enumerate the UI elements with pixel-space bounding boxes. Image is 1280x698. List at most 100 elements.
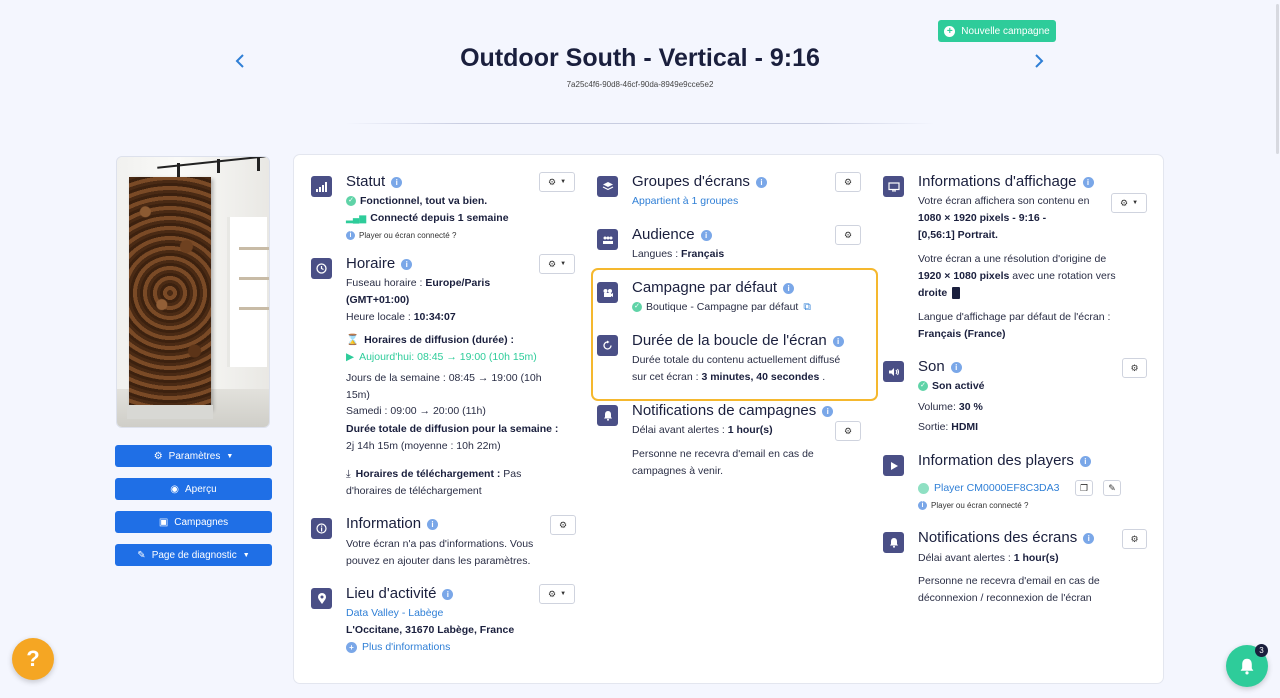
phone-portrait-icon <box>952 287 961 300</box>
diagnostic-button[interactable]: ✎ Page de diagnostic ▼ <box>115 544 272 566</box>
information-text-cont: pouvez en ajouter dans les paramètres. <box>346 555 531 567</box>
info-icon[interactable]: i <box>755 176 767 188</box>
gears-icon: ⚙ <box>547 176 557 187</box>
next-screen-arrow-icon[interactable] <box>1031 52 1047 70</box>
online-status-dot <box>918 482 929 494</box>
loop-duration-text: Durée totale du contenu actuellement dif… <box>632 354 841 366</box>
rotation-value: droite <box>918 285 961 302</box>
info-icon[interactable]: i <box>700 229 712 241</box>
default-campaign-value[interactable]: ✓ Boutique - Campagne par défaut ⧉ <box>632 299 811 316</box>
location-address: L'Occitane, 31670 Labège, France <box>346 624 515 636</box>
screen-notifications-text: Personne ne recevra d'email en cas de <box>918 575 1100 587</box>
speaker-icon <box>883 361 904 382</box>
audience-title: Audience i <box>632 226 712 243</box>
connection-line: ▂▄▆ Connecté depuis 1 semaine <box>346 212 509 224</box>
new-campaign-button[interactable]: + Nouvelle campagne <box>938 20 1056 42</box>
info-icon[interactable]: i <box>1079 455 1091 467</box>
player-help-link[interactable]: i Player ou écran connecté ? <box>918 498 1028 515</box>
native-resolution-line: Votre écran a une résolution d'origine d… <box>918 253 1107 265</box>
check-icon: ✓ <box>346 196 356 207</box>
player-tools-button[interactable]: ✎ <box>1103 480 1121 496</box>
download-icon: ⤓ <box>346 468 351 480</box>
copy-player-button[interactable]: ❐ <box>1075 480 1093 496</box>
download-hours: ⤓ Horaires de téléchargement : Pas <box>346 468 522 480</box>
sound-volume: Volume: 30 % <box>918 401 983 413</box>
caret-down-icon: ▼ <box>1132 200 1139 206</box>
groups-link[interactable]: Appartient à 1 groupes <box>632 193 738 210</box>
diagnostic-label: Page de diagnostic <box>151 549 237 561</box>
bell-icon <box>883 532 904 553</box>
info-icon[interactable]: i <box>1082 176 1094 188</box>
screen-uuid: 7a25c4f6-90d8-46cf-90da-8949e9cce5e2 <box>566 80 714 89</box>
info-icon[interactable]: i <box>401 258 413 270</box>
schedule-title: Horaire i <box>346 255 413 272</box>
loop-duration-title: Durée de la boucle de l'écran i <box>632 332 844 349</box>
monitor-icon <box>883 176 904 197</box>
default-campaign-title: Campagne par défaut i <box>632 279 795 296</box>
signal-small-icon: ▂▄▆ <box>346 213 367 223</box>
external-link-icon[interactable]: ⧉ <box>803 301 811 313</box>
info-icon[interactable]: i <box>832 335 844 347</box>
status-line: ✓ Fonctionnel, tout va bien. <box>346 193 487 210</box>
display-content-line: Votre écran affichera son contenu en <box>918 195 1090 207</box>
player-play-icon <box>883 455 904 476</box>
audience-languages: Langues : Français <box>632 248 725 260</box>
today-hours: ▶ Aujourd'hui: 08:45 → 19:00 (10h 15m) <box>346 351 537 363</box>
campaigns-label: Campagnes <box>174 516 229 528</box>
sound-output: Sortie: HDMI <box>918 421 979 433</box>
location-settings-dropdown[interactable]: ⚙ ▼ <box>539 584 575 604</box>
player-link[interactable]: Player CM0000EF8C3DA3 <box>918 480 1059 497</box>
page-scrollbar[interactable] <box>1276 4 1279 154</box>
camera-icon <box>597 282 618 303</box>
info-icon[interactable]: i <box>822 405 834 417</box>
screen-preview-image <box>116 156 270 428</box>
preview-button[interactable]: ◉ Aperçu <box>115 478 272 500</box>
screen-notifications-settings-button[interactable]: ⚙ <box>1122 529 1147 549</box>
info-icon[interactable]: i <box>391 176 403 188</box>
gears-icon: ⚙ <box>843 176 853 187</box>
help-button[interactable]: ? <box>12 638 54 680</box>
schedule-settings-dropdown[interactable]: ⚙ ▼ <box>539 254 575 274</box>
status-settings-dropdown[interactable]: ⚙ ▼ <box>539 172 575 192</box>
info-icon[interactable]: i <box>442 588 454 600</box>
plus-icon: + <box>944 25 956 37</box>
loop-duration-value: sur cet écran : 3 minutes, 40 secondes . <box>632 371 826 383</box>
info-icon[interactable]: i <box>783 282 795 294</box>
status-help-link[interactable]: i Player ou écran connecté ? <box>346 228 456 245</box>
info-icon[interactable]: i <box>950 361 962 373</box>
sound-settings-button[interactable]: ⚙ <box>1122 358 1147 378</box>
info-icon[interactable]: i <box>427 518 439 530</box>
more-info-link[interactable]: + Plus d'informations <box>346 639 450 656</box>
page-title: Outdoor South - Vertical - 9:16 <box>460 44 820 72</box>
display-info-title: Informations d'affichage i <box>918 173 1094 190</box>
campaign-notifications-text: Personne ne recevra d'email en cas de <box>632 448 814 460</box>
information-text: Votre écran n'a pas d'informations. Vous <box>346 538 534 550</box>
info-icon[interactable]: i <box>1083 532 1095 544</box>
location-name-link[interactable]: Data Valley - Labège <box>346 605 443 622</box>
signal-icon <box>311 176 332 197</box>
gears-icon: ⚙ <box>547 258 557 269</box>
campaign-notifications-text-cont: campagnes à venir. <box>632 465 724 477</box>
audience-settings-button[interactable]: ⚙ <box>835 225 861 245</box>
plus-circle-icon: + <box>346 641 357 653</box>
information-settings-button[interactable]: ⚙ <box>550 515 576 535</box>
location-pin-icon <box>311 588 332 609</box>
caret-down-icon: ▼ <box>242 551 250 559</box>
clock-icon <box>311 258 332 279</box>
caret-down-icon: ▼ <box>560 591 567 597</box>
play-icon: ▶ <box>346 351 355 363</box>
players-info-title: Information des players i <box>918 452 1091 469</box>
display-settings-dropdown[interactable]: ⚙ ▼ <box>1111 193 1147 213</box>
default-language-value: Français (France) <box>918 328 1006 340</box>
information-title: Information i <box>346 515 439 532</box>
campaign-notifications-settings-button[interactable]: ⚙ <box>835 421 861 441</box>
previous-screen-arrow-icon[interactable] <box>232 52 248 70</box>
bell-icon <box>1240 658 1254 675</box>
weekly-total-value: 2j 14h 15m (moyenne : 10h 22m) <box>346 440 501 452</box>
campaigns-button[interactable]: ▣ Campagnes <box>115 511 272 533</box>
groups-settings-button[interactable]: ⚙ <box>835 172 861 192</box>
default-language-line: Langue d'affichage par défaut de l'écran… <box>918 311 1111 323</box>
hourglass-icon: ⌛ <box>346 334 360 346</box>
settings-button[interactable]: ⚙ Paramètres ▼ <box>115 445 272 467</box>
screen-groups-title: Groupes d'écrans i <box>632 173 767 190</box>
